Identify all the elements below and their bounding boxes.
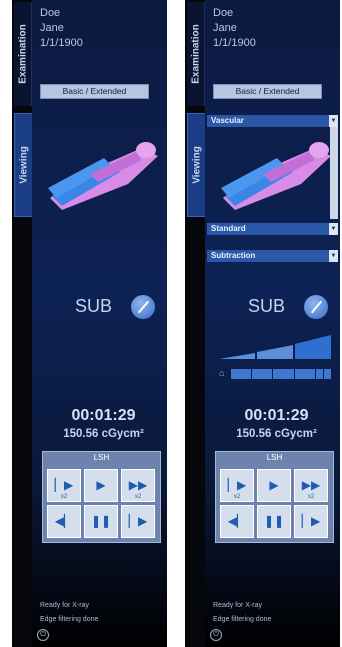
patient-first-name: Jane [40,22,64,34]
program-dropdown-value: Standard [211,224,246,233]
segment[interactable] [231,369,252,379]
home-icon[interactable]: ⌂ [219,368,224,378]
patient-last-name: Doe [213,7,234,19]
basic-extended-button[interactable]: Basic / Extended [213,84,322,99]
controls-title: LSH [266,453,283,462]
status-line: Ready for X-ray [40,602,90,609]
pause-icon: ❚❚ [263,514,285,528]
tab-examination[interactable]: Examination [187,2,205,106]
processing-dropdown-value: Subtraction [211,251,256,260]
segment[interactable] [273,369,294,379]
contrast-dial-icon[interactable] [131,295,155,319]
segment-bar[interactable] [231,369,332,379]
patient-first-name: Jane [213,22,237,34]
power-icon[interactable]: ⏻ [37,629,49,641]
playback-controls: LSH ▏▶ x2 ▶ ▶▶ x2 ◀▏ ❚❚ ▏▶ [215,451,334,543]
program-dropdown[interactable]: Standard ▼ [207,223,338,235]
fast-forward-speed: x2 [134,494,142,500]
step-back-button[interactable]: ◀▏ [47,505,81,538]
step-play-button[interactable]: ▏▶ x2 [47,469,81,502]
step-play-speed: x2 [60,494,68,500]
tab-viewing[interactable]: Viewing [14,113,32,217]
fast-forward-speed: x2 [307,494,315,500]
pause-icon: ❚❚ [90,514,112,528]
fast-forward-icon: ▶▶ [301,478,321,492]
sub-label: SUB [75,296,113,316]
segment[interactable] [294,369,315,379]
fast-forward-icon: ▶▶ [128,478,148,492]
segment[interactable] [252,369,273,379]
controls-title: LSH [93,453,110,462]
pause-button[interactable]: ❚❚ [84,505,118,538]
tab-strip: Examination Viewing [185,0,205,647]
patient-dob: 1/1/1900 [40,37,83,49]
segment[interactable] [323,369,332,379]
patient-dob: 1/1/1900 [213,37,256,49]
patient-info: Doe Jane 1/1/1900 [213,6,256,51]
patient-position-icon[interactable] [42,130,162,215]
segment[interactable] [315,369,323,379]
pause-button[interactable]: ❚❚ [257,505,291,538]
fast-forward-button[interactable]: ▶▶ x2 [294,469,328,502]
play-button[interactable]: ▶ [257,469,291,502]
fluoro-time: 00:01:29 [71,407,136,424]
step-forward-button[interactable]: ▏▶ [121,505,155,538]
tab-viewing[interactable]: Viewing [187,113,205,217]
play-icon: ▶ [269,478,279,492]
status-line: Edge filtering done [40,616,99,623]
tab-examination-label: Examination [190,24,201,84]
status-line: Edge filtering done [213,616,272,623]
status-line: Ready for X-ray [213,602,263,609]
step-play-button[interactable]: ▏▶ x2 [220,469,254,502]
patient-position-icon[interactable] [215,130,335,215]
chevron-down-icon: ▼ [329,115,338,127]
fast-forward-button[interactable]: ▶▶ x2 [121,469,155,502]
tab-viewing-label: Viewing [191,146,202,184]
play-button[interactable]: ▶ [84,469,118,502]
tab-strip: Examination Viewing [12,0,32,647]
sub-label: SUB [248,296,286,316]
tab-viewing-label: Viewing [18,146,29,184]
dose-value: 150.56 cGycm² [236,428,317,440]
chevron-down-icon: ▼ [329,250,338,262]
fluoro-time: 00:01:29 [244,407,309,424]
patient-info: Doe Jane 1/1/1900 [40,6,83,51]
step-forward-icon: ▏▶ [301,514,321,528]
step-play-speed: x2 [233,494,241,500]
step-back-button[interactable]: ◀▏ [220,505,254,538]
tab-examination[interactable]: Examination [14,2,32,106]
step-play-icon: ▏▶ [227,478,247,492]
intensity-ramp[interactable] [219,333,331,359]
protocol-dropdown-value: Vascular [211,116,244,125]
contrast-dial-icon[interactable] [304,295,328,319]
patient-last-name: Doe [40,7,61,19]
step-forward-button[interactable]: ▏▶ [294,505,328,538]
protocol-dropdown[interactable]: Vascular ▼ [207,115,338,127]
processing-dropdown[interactable]: Subtraction ▼ [207,250,338,262]
step-play-icon: ▏▶ [54,478,74,492]
step-back-icon: ◀▏ [227,514,247,528]
playback-controls: LSH ▏▶ x2 ▶ ▶▶ x2 ◀▏ ❚❚ ▏▶ [42,451,161,543]
viewing-panel-extended: Examination Viewing Doe Jane 1/1/1900 Ba… [185,0,340,647]
play-icon: ▶ [96,478,106,492]
dose-value: 150.56 cGycm² [63,428,144,440]
step-back-icon: ◀▏ [54,514,74,528]
viewing-panel-basic: Examination Viewing Doe Jane 1/1/1900 Ba… [12,0,167,647]
step-forward-icon: ▏▶ [128,514,148,528]
tab-examination-label: Examination [17,24,28,84]
power-icon[interactable]: ⏻ [210,629,222,641]
chevron-down-icon: ▼ [329,223,338,235]
basic-extended-button[interactable]: Basic / Extended [40,84,149,99]
